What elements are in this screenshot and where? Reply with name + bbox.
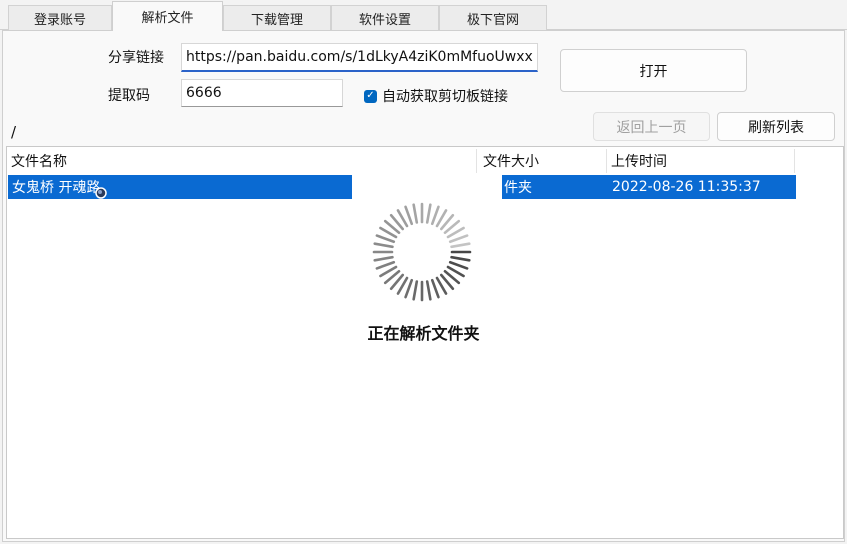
- checkmark-icon: ✓: [364, 89, 377, 103]
- tab-download-manager[interactable]: 下载管理: [223, 5, 331, 30]
- share-link-input[interactable]: https://pan.baidu.com/s/1dLkyA4ziK0mMfuo…: [181, 43, 538, 72]
- auto-clipboard-checkbox[interactable]: ✓ 自动获取剪切板链接: [364, 86, 508, 106]
- tab-settings[interactable]: 软件设置: [331, 5, 439, 30]
- auto-clipboard-label: 自动获取剪切板链接: [382, 89, 508, 105]
- current-path: /: [11, 123, 17, 141]
- extract-code-label: 提取码: [108, 88, 150, 104]
- loading-message: 正在解析文件夹: [367, 324, 480, 343]
- tab-bar: 登录账号 解析文件 下载管理 软件设置 极下官网: [0, 0, 847, 31]
- loading-spinner-icon: [372, 202, 472, 302]
- back-button[interactable]: 返回上一页: [593, 112, 710, 141]
- tab-login[interactable]: 登录账号: [8, 5, 112, 30]
- column-header-size[interactable]: 文件大小: [479, 149, 607, 173]
- column-header-name[interactable]: 文件名称: [7, 149, 477, 173]
- row-time-cell: 2022-08-26 11:35:37: [605, 175, 796, 199]
- extract-code-input[interactable]: 6666: [181, 79, 343, 107]
- tab-parse-files[interactable]: 解析文件: [112, 1, 223, 31]
- share-link-label: 分享链接: [108, 50, 164, 66]
- mouse-cursor-icon: [95, 187, 107, 199]
- open-button[interactable]: 打开: [560, 49, 747, 92]
- tab-official-site[interactable]: 极下官网: [439, 5, 547, 30]
- column-header-time[interactable]: 上传时间: [607, 149, 795, 173]
- refresh-list-button[interactable]: 刷新列表: [717, 112, 835, 141]
- row-name-cell: 女鬼桥 开魂路: [8, 175, 352, 199]
- row-size-cell: 件夹: [502, 175, 605, 199]
